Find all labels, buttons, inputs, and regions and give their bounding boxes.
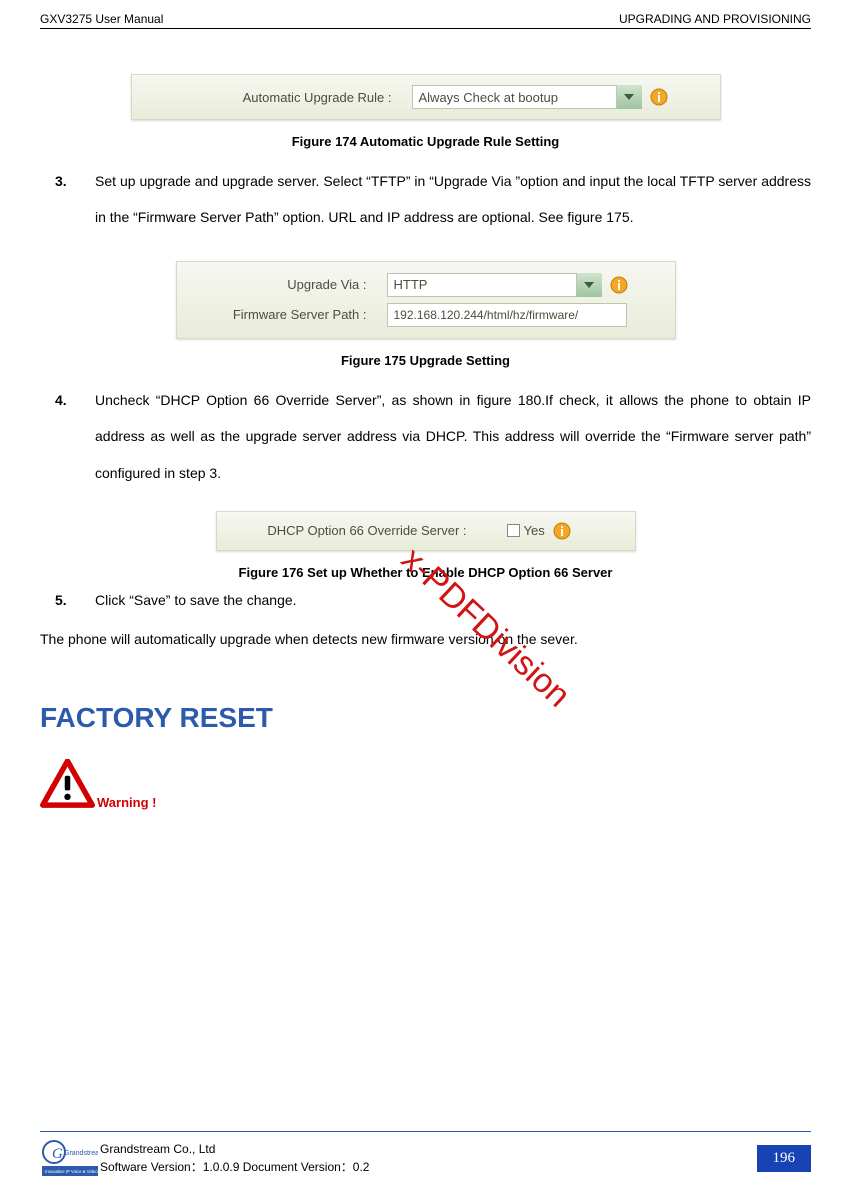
step4-text: 4. Uncheck “DHCP Option 66 Override Serv… (95, 382, 811, 491)
info-icon[interactable] (610, 276, 628, 294)
figure175-panel: Upgrade Via : HTTP Firmware Server Path … (176, 261, 676, 339)
header-right: UPGRADING AND PROVISIONING (619, 12, 811, 26)
fig176-cb-text: Yes (524, 523, 545, 538)
closing-text: The phone will automatically upgrade whe… (40, 631, 811, 647)
figure176-panel: DHCP Option 66 Override Server : Yes (216, 511, 636, 551)
warning-icon (40, 759, 95, 814)
fig175-r2-value: 192.168.120.244/html/hz/firmware/ (394, 308, 579, 322)
chevron-down-icon[interactable] (576, 273, 602, 297)
fig175-caption: Figure 175 Upgrade Setting (40, 353, 811, 368)
fig176-checkbox[interactable] (507, 524, 520, 537)
info-icon[interactable] (553, 522, 571, 540)
step5-text: 5. Click “Save” to save the change. (95, 588, 811, 613)
warning-label: Warning ! (97, 795, 156, 810)
footer: G Grandstream Innovative IP Voice & Vide… (40, 1131, 811, 1176)
svg-text:Grandstream: Grandstream (64, 1150, 98, 1157)
fig174-caption: Figure 174 Automatic Upgrade Rule Settin… (40, 134, 811, 149)
footer-company: Grandstream Co., Ltd (100, 1140, 757, 1158)
fig175-r1-value: HTTP (394, 277, 428, 292)
footer-version: Software Version：1.0.0.9 Document Versio… (100, 1158, 757, 1176)
fig175-r2-label: Firmware Server Path : (187, 307, 387, 322)
factory-reset-heading: FACTORY RESET (40, 702, 811, 734)
fig175-firmware-path-input[interactable]: 192.168.120.244/html/hz/firmware/ (387, 303, 627, 327)
svg-text:Innovative IP Voice & Video: Innovative IP Voice & Video (45, 1169, 98, 1174)
fig174-select-value: Always Check at bootup (419, 90, 558, 105)
fig175-r1-label: Upgrade Via : (187, 277, 387, 292)
step3-num: 3. (55, 163, 67, 199)
step3-text: 3. Set up upgrade and upgrade server. Se… (95, 163, 811, 236)
fig176-label: DHCP Option 66 Override Server : (227, 523, 487, 538)
grandstream-logo: G Grandstream Innovative IP Voice & Vide… (40, 1140, 100, 1176)
fig175-upgrade-via-select[interactable]: HTTP (387, 273, 602, 297)
svg-text:G: G (52, 1146, 63, 1162)
fig176-caption: Figure 176 Set up Whether to Enable DHCP… (40, 565, 811, 580)
figure174-panel: Automatic Upgrade Rule : Always Check at… (131, 74, 721, 120)
header-left: GXV3275 User Manual (40, 12, 163, 26)
page-number: 196 (757, 1145, 812, 1172)
info-icon[interactable] (650, 88, 668, 106)
step4-num: 4. (55, 382, 67, 418)
fig174-select[interactable]: Always Check at bootup (412, 85, 642, 109)
chevron-down-icon[interactable] (616, 85, 642, 109)
warning-row: Warning ! (40, 759, 811, 814)
footer-rule (40, 1131, 811, 1132)
step5-num: 5. (55, 588, 67, 613)
fig174-label: Automatic Upgrade Rule : (142, 90, 412, 105)
